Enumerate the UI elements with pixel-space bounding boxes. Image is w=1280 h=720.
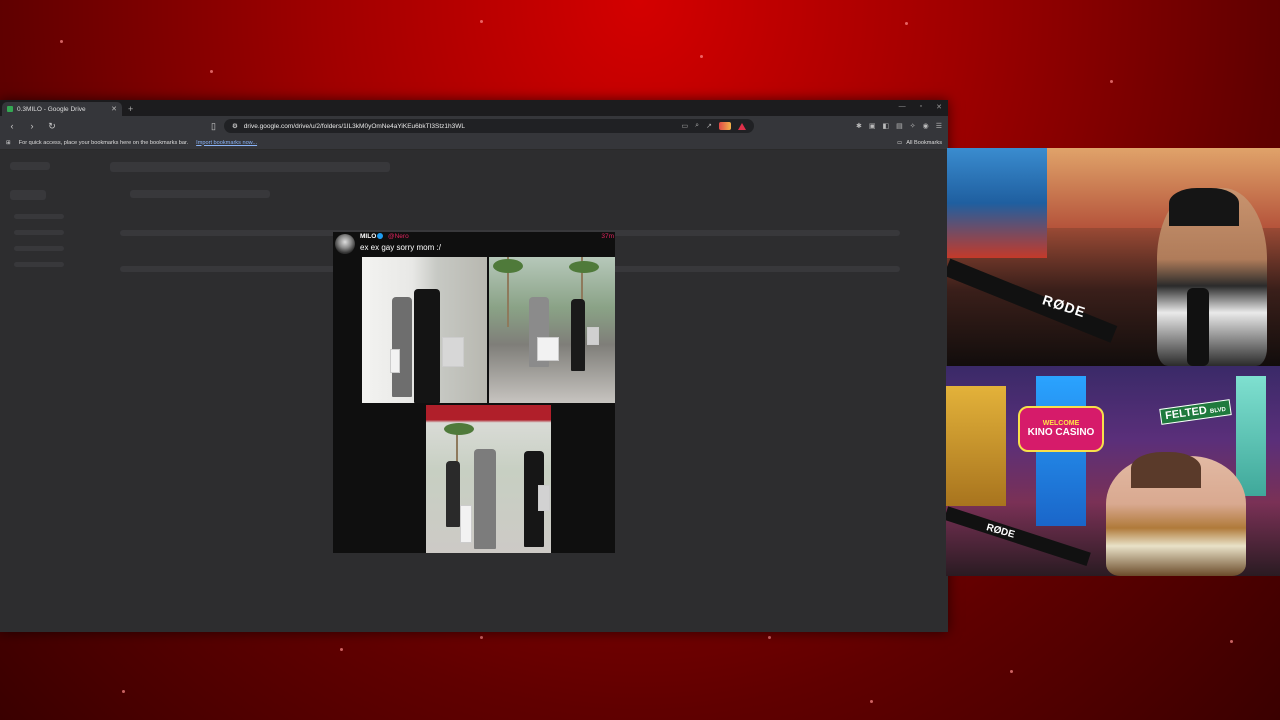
address-bar[interactable]: ⚙ drive.google.com/drive/u/2/folders/1IL… xyxy=(223,119,754,133)
tweet-time: 37m xyxy=(601,233,614,240)
share-icon[interactable]: ↗ xyxy=(706,122,712,130)
lion-statue xyxy=(946,386,1006,506)
author-name: MILO xyxy=(360,233,377,240)
mic-arm xyxy=(947,258,1118,343)
extensions-icon[interactable]: ✱ xyxy=(856,122,862,130)
tweet-photo-3 xyxy=(426,405,551,553)
welcome-sign: WELCOME KINO CASINO xyxy=(1018,406,1104,452)
vpn-icon[interactable]: ◉ xyxy=(923,122,929,130)
rewards-icon[interactable] xyxy=(737,122,746,130)
street-name: FELTED xyxy=(1164,404,1208,423)
tab-search-icon[interactable]: ▣ xyxy=(869,122,876,130)
close-tab-icon[interactable]: ✕ xyxy=(111,105,117,113)
street-sign: FELTED BLVD xyxy=(1159,399,1232,425)
menu-icon[interactable]: ☰ xyxy=(936,122,942,130)
bookmarks-hint: For quick access, place your bookmarks h… xyxy=(18,139,189,146)
back-icon[interactable]: ‹ xyxy=(6,121,18,131)
all-bookmarks-button[interactable]: ▭ All Bookmarks xyxy=(897,140,942,146)
drive-logo-placeholder xyxy=(10,162,50,170)
liberty-statue xyxy=(1236,376,1266,496)
leo-icon[interactable]: ✧ xyxy=(910,122,916,130)
verified-icon xyxy=(377,233,384,240)
url-text[interactable]: drive.google.com/drive/u/2/folders/1IL3k… xyxy=(244,123,676,130)
folder-icon: ▭ xyxy=(896,139,903,146)
tweet-photo-1 xyxy=(362,257,487,403)
apps-icon[interactable]: ⊞ xyxy=(6,140,11,146)
casino-text: KINO CASINO xyxy=(1027,427,1095,438)
sidebar-placeholder xyxy=(14,214,64,219)
bookmark-icon[interactable]: ▯ xyxy=(211,121,216,132)
import-bookmarks-link[interactable]: Import bookmarks now... xyxy=(196,140,257,146)
toolbar-right-icons: ✱ ▣ ◧ ▤ ✧ ◉ ☰ xyxy=(856,122,942,130)
tweet-author: MILO xyxy=(360,233,384,240)
sidebar-placeholder xyxy=(14,246,64,251)
webcam-bottom: WELCOME KINO CASINO FELTED BLVD RØDE xyxy=(946,366,1280,576)
forward-icon[interactable]: › xyxy=(26,121,38,131)
new-button-placeholder xyxy=(10,190,46,200)
tab-bar: 0.3MILO - Google Drive ✕ + — ▫ ✕ xyxy=(0,100,948,116)
sidebar-placeholder xyxy=(14,230,64,235)
browser-toolbar: ‹ › ↻ ▯ ⚙ drive.google.com/drive/u/2/fol… xyxy=(0,116,948,136)
site-info-icon[interactable]: ⚙ xyxy=(232,122,238,130)
tweet-photo-2 xyxy=(489,257,615,403)
maximize-icon[interactable]: ▫ xyxy=(920,103,922,111)
avatar xyxy=(335,234,355,254)
drive-search-placeholder xyxy=(110,162,390,172)
google-drive-icon xyxy=(7,106,13,112)
tab-title: 0.3MILO - Google Drive xyxy=(17,105,86,113)
sidebar-icon[interactable]: ◧ xyxy=(882,122,889,130)
close-window-icon[interactable]: ✕ xyxy=(936,103,942,111)
tab-google-drive[interactable]: 0.3MILO - Google Drive ✕ xyxy=(2,102,122,116)
welcome-text: WELCOME xyxy=(1042,420,1080,427)
window-controls: — ▫ ✕ xyxy=(899,103,942,111)
brave-shield-icon[interactable] xyxy=(718,122,731,130)
cast-icon[interactable]: ▭ xyxy=(682,122,689,130)
webcam-top: RØDE xyxy=(947,148,1280,366)
hair xyxy=(1131,452,1201,488)
tweet-card: MILO @Nero 37m ex ex gay sorry mom :/ xyxy=(333,232,615,553)
wallet-icon[interactable]: ▤ xyxy=(896,122,903,130)
new-tab-button[interactable]: + xyxy=(128,102,133,116)
bookmarks-bar: ⊞ For quick access, place your bookmarks… xyxy=(0,136,948,150)
breadcrumb-placeholder xyxy=(130,190,270,198)
tweet-handle: @Nero xyxy=(388,233,409,240)
cap xyxy=(1169,188,1239,226)
microphone xyxy=(1187,288,1209,366)
minimize-icon[interactable]: — xyxy=(899,103,906,111)
all-bookmarks-label: All Bookmarks xyxy=(906,139,942,146)
reload-icon[interactable]: ↻ xyxy=(46,121,58,132)
tweet-text: ex ex gay sorry mom :/ xyxy=(360,243,441,252)
street-suffix: BLVD xyxy=(1209,406,1227,415)
arcade-cabinet xyxy=(947,148,1047,258)
sidebar-placeholder xyxy=(14,262,64,267)
omnibox-actions: ▭ ⌕ ↗ xyxy=(682,122,746,130)
zoom-icon[interactable]: ⌕ xyxy=(695,122,699,130)
